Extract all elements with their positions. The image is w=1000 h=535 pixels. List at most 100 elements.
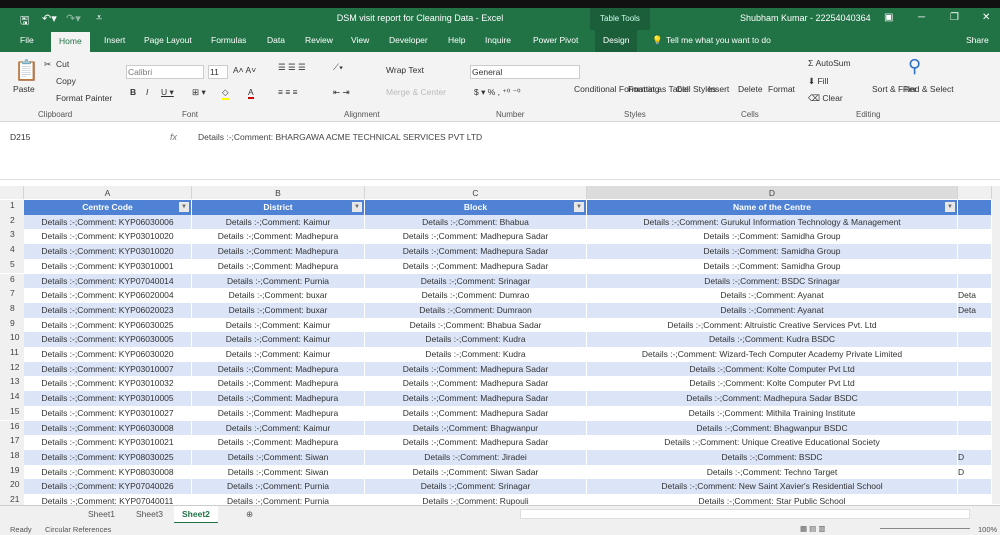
table-cell[interactable]: Details :-;Comment: Purnia bbox=[192, 479, 365, 494]
table-cell[interactable]: Details :-;Comment: Bhagwanpur BSDC bbox=[587, 420, 958, 436]
sheet-tab-sheet3[interactable]: Sheet3 bbox=[136, 509, 163, 519]
table-cell[interactable]: Details :-;Comment: Siwan bbox=[192, 449, 365, 465]
zoom-slider[interactable] bbox=[880, 528, 970, 529]
horizontal-scrollbar[interactable] bbox=[520, 509, 970, 519]
tab-design[interactable]: Design bbox=[595, 30, 638, 52]
format-button[interactable]: Format bbox=[768, 84, 795, 94]
table-cell[interactable]: Details :-;Comment: KYP03010007 bbox=[24, 361, 192, 377]
table-cell[interactable]: Details :-;Comment: KYP07040014 bbox=[24, 273, 192, 289]
table-cell[interactable] bbox=[958, 347, 992, 362]
table-cell[interactable]: Details :-;Comment: Madhepura bbox=[192, 435, 365, 450]
table-cell[interactable]: Details :-;Comment: Madhepura bbox=[192, 258, 365, 274]
autosum-button[interactable]: Σ AutoSum bbox=[808, 58, 851, 68]
table-cell[interactable]: Details :-;Comment: Kaimur bbox=[192, 332, 365, 347]
tell-me-input[interactable]: Tell me what you want to do bbox=[666, 35, 771, 45]
table-cell[interactable]: Details :-;Comment: KYP06030005 bbox=[24, 332, 192, 347]
table-cell[interactable]: Details :-;Comment: Unique Creative Educ… bbox=[587, 435, 958, 450]
table-cell[interactable] bbox=[958, 420, 992, 436]
table-cell[interactable]: Details :-;Comment: Madhepura bbox=[192, 391, 365, 406]
row-number[interactable]: 13 bbox=[0, 376, 24, 392]
row-number[interactable]: 17 bbox=[0, 435, 24, 450]
table-cell[interactable]: Details :-;Comment: KYP06020023 bbox=[24, 302, 192, 318]
fill-color-icon[interactable]: ◇ bbox=[222, 87, 229, 100]
table-cell[interactable]: Details :-;Comment: KYP06030006 bbox=[24, 214, 192, 230]
table-cell[interactable]: Details :-;Comment: Wizard-Tech Computer… bbox=[587, 347, 958, 362]
filter-dropdown-icon[interactable]: ▼ bbox=[574, 202, 584, 212]
filter-dropdown-icon[interactable]: ▼ bbox=[945, 202, 955, 212]
header-cell-2[interactable]: Block ▼ bbox=[365, 200, 587, 215]
table-cell[interactable]: D bbox=[958, 464, 992, 480]
table-cell[interactable]: Details :-;Comment: KYP07040026 bbox=[24, 479, 192, 494]
table-cell[interactable]: Details :-;Comment: Madhepura Sadar bbox=[365, 391, 587, 406]
table-cell[interactable]: Details :-;Comment: KYP08030025 bbox=[24, 449, 192, 465]
table-cell[interactable]: Details :-;Comment: buxar bbox=[192, 288, 365, 303]
table-cell[interactable]: Details :-;Comment: Dumraon bbox=[365, 302, 587, 318]
table-cell[interactable]: Details :-;Comment: Kudra bbox=[365, 332, 587, 347]
number-format-select[interactable]: General bbox=[470, 65, 580, 79]
header-cell-1[interactable]: District ▼ bbox=[192, 200, 365, 215]
table-cell[interactable]: Details :-;Comment: Madhepura bbox=[192, 376, 365, 392]
column-header-C[interactable]: C bbox=[365, 186, 587, 199]
align-top-icon[interactable]: ☰ ☰ ☰ bbox=[278, 62, 306, 73]
clear-button[interactable]: ⌫ Clear bbox=[808, 93, 843, 104]
sheet-tab-sheet1[interactable]: Sheet1 bbox=[88, 509, 115, 519]
table-cell[interactable]: Details :-;Comment: Madhepura Sadar bbox=[365, 229, 587, 245]
font-name-select[interactable]: Calibri bbox=[126, 65, 204, 79]
table-cell[interactable]: Details :-;Comment: KYP03010032 bbox=[24, 376, 192, 392]
delete-button[interactable]: Delete bbox=[738, 84, 763, 94]
name-box[interactable]: D215 bbox=[10, 132, 30, 142]
table-cell[interactable] bbox=[958, 332, 992, 347]
table-cell[interactable]: Details :-;Comment: Kudra BSDC bbox=[587, 332, 958, 347]
table-cell[interactable]: Details :-;Comment: KYP06020004 bbox=[24, 288, 192, 303]
tab-formulas[interactable]: Formulas bbox=[211, 35, 246, 45]
table-cell[interactable]: Details :-;Comment: Purnia bbox=[192, 273, 365, 289]
table-cell[interactable]: Details :-;Comment: KYP03010027 bbox=[24, 405, 192, 421]
filter-dropdown-icon[interactable]: ▼ bbox=[179, 202, 189, 212]
tab-data[interactable]: Data bbox=[267, 35, 285, 45]
orientation-icon[interactable]: ⟋▾ bbox=[333, 62, 343, 73]
fx-icon[interactable]: fx bbox=[170, 132, 177, 142]
fill-button[interactable]: ⬇ Fill bbox=[808, 76, 828, 87]
table-cell[interactable]: Details :-;Comment: Bhagwanpur bbox=[365, 420, 587, 436]
underline-button[interactable]: U ▾ bbox=[161, 87, 174, 98]
row-number[interactable]: 6 bbox=[0, 273, 24, 289]
row-number[interactable]: 10 bbox=[0, 332, 24, 347]
table-cell[interactable]: Details :-;Comment: Mithila Training Ins… bbox=[587, 405, 958, 421]
table-cell[interactable]: Details :-;Comment: KYP06030020 bbox=[24, 347, 192, 362]
table-cell[interactable]: Deta bbox=[958, 288, 992, 303]
currency-icon[interactable]: $ ▾ % , ⁺⁰ ⁻⁰ bbox=[474, 87, 521, 98]
table-cell[interactable]: Details :-;Comment: Srinagar bbox=[365, 273, 587, 289]
view-buttons-icon[interactable]: ▦ ▤ ▥ bbox=[800, 524, 825, 533]
row-number[interactable]: 12 bbox=[0, 361, 24, 377]
formula-input[interactable]: Details :-;Comment: BHARGAWA ACME TECHNI… bbox=[198, 132, 482, 142]
font-size-select[interactable]: 11 bbox=[208, 65, 228, 79]
table-cell[interactable]: Details :-;Comment: Kaimur bbox=[192, 214, 365, 230]
select-all-corner[interactable] bbox=[0, 186, 24, 199]
table-cell[interactable] bbox=[958, 229, 992, 245]
paste-button[interactable]: Paste bbox=[13, 84, 35, 94]
table-cell[interactable]: Details :-;Comment: Madhepura Sadar bbox=[365, 361, 587, 377]
header-cell-4[interactable] bbox=[958, 200, 992, 215]
row-number[interactable]: 2 bbox=[0, 214, 24, 230]
table-cell[interactable] bbox=[958, 376, 992, 392]
ribbon-display-icon[interactable]: ▣ bbox=[884, 12, 893, 23]
table-cell[interactable] bbox=[958, 405, 992, 421]
tab-view[interactable]: View bbox=[351, 35, 369, 45]
table-cell[interactable]: Details :-;Comment: KYP03010021 bbox=[24, 435, 192, 450]
table-cell[interactable]: Deta bbox=[958, 302, 992, 318]
table-cell[interactable]: Details :-;Comment: Madhepura Sadar BSDC bbox=[587, 391, 958, 406]
table-cell[interactable]: Details :-;Comment: BSDC bbox=[587, 449, 958, 465]
row-number[interactable]: 9 bbox=[0, 317, 24, 333]
table-cell[interactable]: Details :-;Comment: Bhabua Sadar bbox=[365, 317, 587, 333]
table-cell[interactable]: Details :-;Comment: Dumrao bbox=[365, 288, 587, 303]
table-cell[interactable]: Details :-;Comment: Techno Target bbox=[587, 464, 958, 480]
table-cell[interactable]: Details :-;Comment: Ayanat bbox=[587, 302, 958, 318]
table-cell[interactable]: Details :-;Comment: New Saint Xavier's R… bbox=[587, 479, 958, 494]
tab-inquire[interactable]: Inquire bbox=[485, 35, 511, 45]
row-number[interactable]: 11 bbox=[0, 347, 24, 362]
row-number[interactable]: 20 bbox=[0, 479, 24, 494]
header-cell-0[interactable]: Centre Code ▼ bbox=[24, 200, 192, 215]
table-cell[interactable]: Details :-;Comment: Siwan bbox=[192, 464, 365, 480]
user-name[interactable]: Shubham Kumar - 22254040364 bbox=[740, 13, 871, 23]
table-cell[interactable]: Details :-;Comment: Kolte Computer Pvt L… bbox=[587, 361, 958, 377]
